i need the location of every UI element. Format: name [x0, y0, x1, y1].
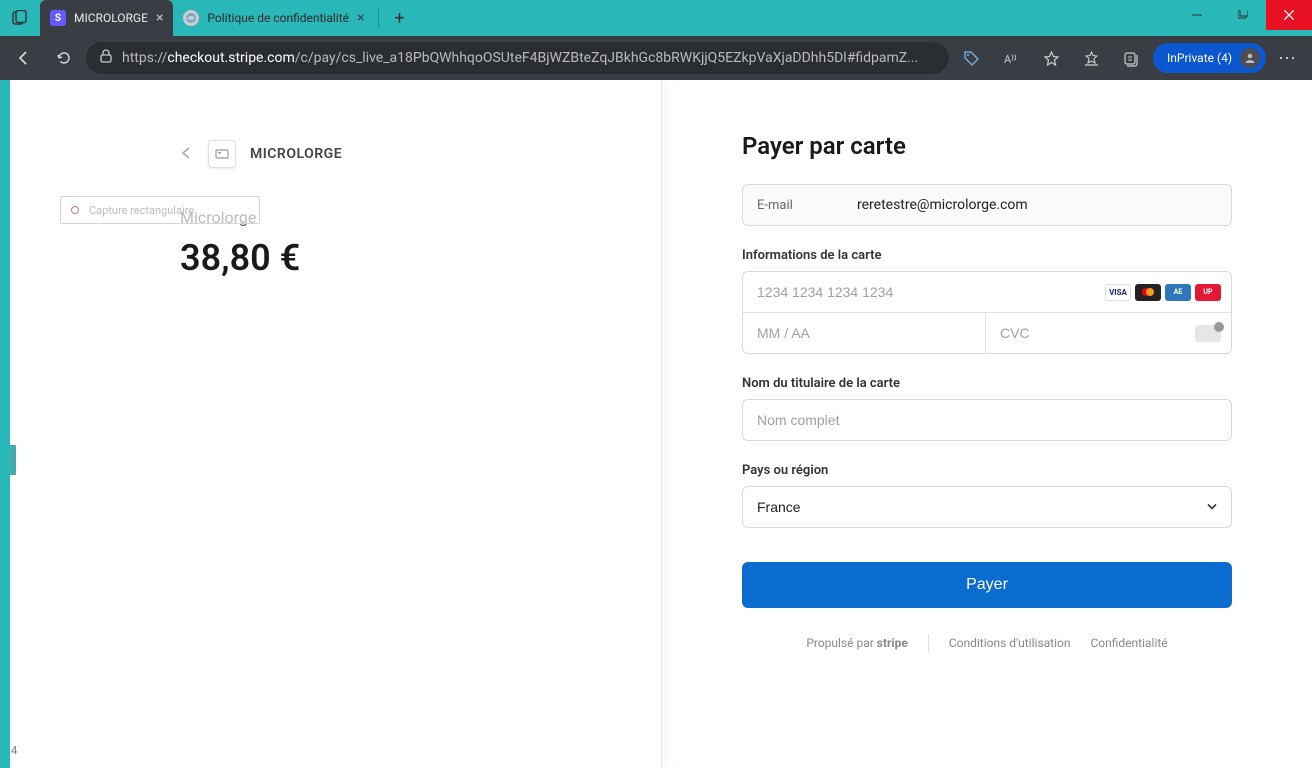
privacy-link[interactable]: Confidentialité: [1090, 636, 1167, 650]
lock-icon: [100, 49, 112, 67]
country-select[interactable]: France: [742, 486, 1232, 528]
email-field-row[interactable]: E-mail reretestre@microlorge.com: [742, 184, 1232, 226]
cvc-hint-icon: [1195, 325, 1221, 342]
browser-tab[interactable]: Politique de confidentialité ×: [173, 0, 374, 36]
snip-label: Capture rectangulaire: [89, 204, 194, 217]
footer-separator: [928, 634, 929, 652]
svg-text:A⁾⁾: A⁾⁾: [1004, 53, 1017, 66]
card-expiry-input[interactable]: [743, 313, 952, 353]
read-aloud-icon[interactable]: A⁾⁾: [993, 40, 1029, 76]
cardholder-name-input[interactable]: [742, 399, 1232, 441]
unionpay-icon: UP: [1195, 284, 1221, 301]
merchant-back-icon[interactable]: [180, 145, 194, 164]
window-close-button[interactable]: [1266, 0, 1312, 30]
card-input-block: VISA AE UP: [742, 271, 1232, 354]
collections-icon[interactable]: [1113, 40, 1149, 76]
browser-toolbar: https://checkout.stripe.com/c/pay/cs_liv…: [0, 36, 1312, 80]
product-price: 38,80 €: [180, 237, 621, 279]
window-titlebar: S MICROLORGE × Politique de confidential…: [0, 0, 1312, 36]
window-maximize-button[interactable]: [1220, 0, 1266, 30]
tab-close-icon[interactable]: ×: [156, 10, 163, 26]
email-label: E-mail: [757, 198, 857, 213]
favorites-bar-icon[interactable]: [1073, 40, 1109, 76]
tab-actions-icon[interactable]: [0, 10, 40, 26]
profile-avatar-icon: [1240, 48, 1260, 68]
footer-links: Propulsé par stripe Conditions d'utilisa…: [742, 634, 1232, 652]
inprivate-label: InPrivate (4): [1167, 51, 1232, 65]
tab-title: Politique de confidentialité: [207, 11, 349, 25]
nav-back-button[interactable]: [6, 40, 42, 76]
favorite-icon[interactable]: [1033, 40, 1069, 76]
country-label: Pays ou région: [742, 463, 1232, 478]
pay-button[interactable]: Payer: [742, 562, 1232, 608]
browser-tab-active[interactable]: S MICROLORGE ×: [40, 0, 173, 36]
left-edge-strip: [0, 80, 10, 768]
new-tab-button[interactable]: +: [383, 8, 415, 29]
menu-button[interactable]: ⋯: [1270, 40, 1306, 76]
order-summary-panel: MICROLORGE Capture rectangulaire Microlo…: [10, 80, 661, 768]
tab-separator: [378, 8, 379, 28]
card-number-input[interactable]: [743, 272, 1105, 312]
tab-favicon-icon: S: [50, 10, 66, 26]
tab-favicon-icon: [183, 10, 199, 26]
snip-tool-overlay: Capture rectangulaire: [60, 196, 260, 224]
visa-icon: VISA: [1105, 284, 1131, 301]
powered-by-text: Propulsé par stripe: [806, 636, 908, 650]
nav-refresh-button[interactable]: [46, 40, 82, 76]
form-title: Payer par carte: [742, 132, 1232, 160]
window-minimize-button[interactable]: [1174, 0, 1220, 30]
record-dot-icon: [71, 206, 79, 214]
cardholder-label: Nom du titulaire de la carte: [742, 376, 1232, 391]
email-value: reretestre@microlorge.com: [857, 197, 1217, 213]
amex-icon: AE: [1165, 284, 1191, 301]
stripe-logo: stripe: [877, 636, 908, 650]
card-cvc-input[interactable]: [986, 313, 1195, 353]
page-content: 4 MICROLORGE Capture rectangulaire Micro…: [0, 80, 1312, 768]
window-controls: [1174, 0, 1312, 36]
merchant-name: MICROLORGE: [250, 146, 342, 162]
shopping-icon[interactable]: [953, 40, 989, 76]
mastercard-icon: [1135, 284, 1161, 301]
card-info-label: Informations de la carte: [742, 248, 1232, 263]
terms-link[interactable]: Conditions d'utilisation: [949, 636, 1071, 650]
url-text: https://checkout.stripe.com/c/pay/cs_liv…: [122, 50, 918, 66]
tab-close-icon[interactable]: ×: [357, 10, 364, 26]
merchant-logo-icon: [208, 140, 236, 168]
tab-title: MICROLORGE: [74, 11, 148, 25]
payment-form-panel: Payer par carte E-mail reretestre@microl…: [661, 80, 1312, 768]
card-brand-icons: VISA AE UP: [1105, 284, 1231, 301]
inprivate-indicator[interactable]: InPrivate (4): [1153, 43, 1266, 73]
address-bar[interactable]: https://checkout.stripe.com/c/pay/cs_liv…: [86, 42, 949, 74]
